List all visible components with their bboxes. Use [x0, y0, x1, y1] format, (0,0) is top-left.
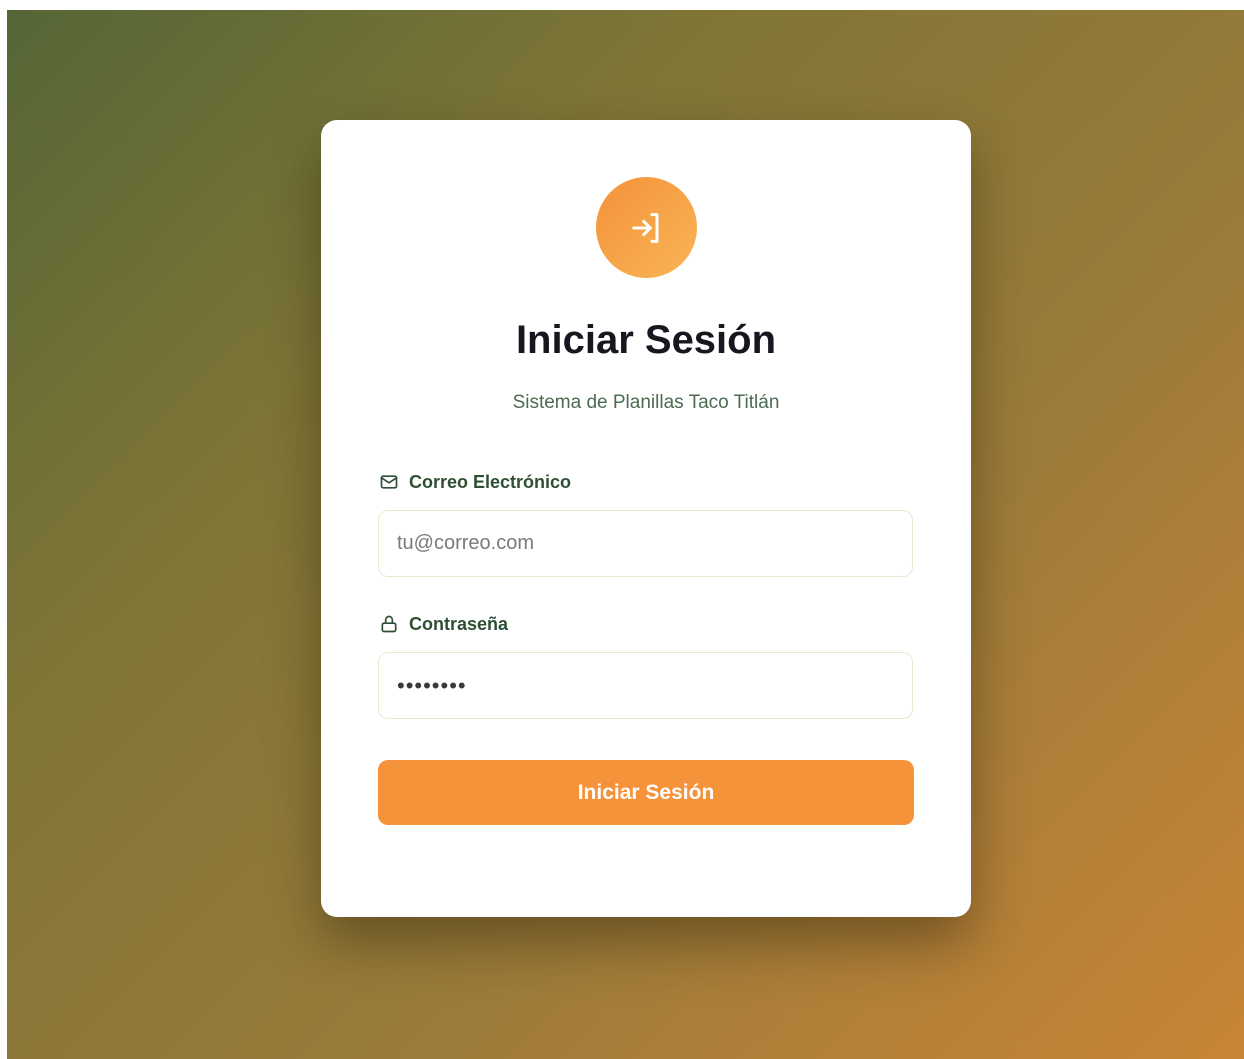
password-label: Contraseña [379, 613, 508, 635]
password-field[interactable] [378, 652, 913, 719]
mail-icon [380, 475, 398, 489]
page-title: Iniciar Sesión [515, 318, 777, 362]
login-card: Iniciar Sesión Sistema de Planillas Taco… [321, 120, 971, 917]
login-logo [596, 177, 697, 278]
email-label-text: Correo Electrónico [409, 472, 572, 492]
lock-icon [381, 615, 397, 633]
password-label-text: Contraseña [409, 614, 509, 634]
page-subtitle: Sistema de Planillas Taco Titlán [512, 392, 780, 413]
email-label: Correo Electrónico [379, 471, 571, 493]
login-arrow-icon [631, 212, 658, 243]
login-submit-button[interactable]: Iniciar Sesión [378, 760, 914, 825]
email-field[interactable] [378, 510, 913, 577]
